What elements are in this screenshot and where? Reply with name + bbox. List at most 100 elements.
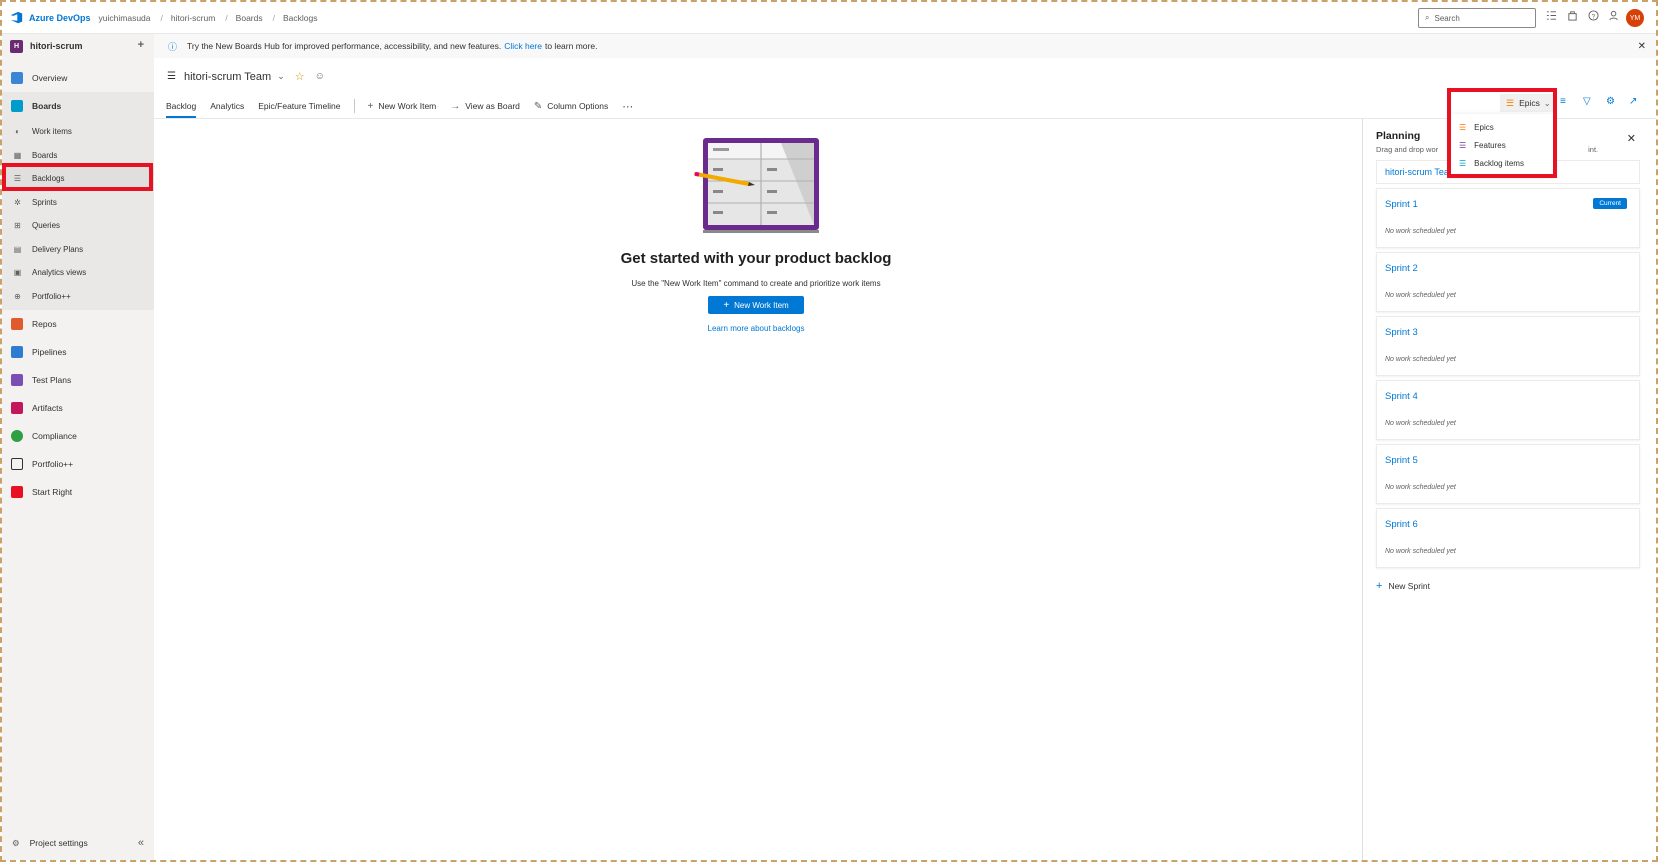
- start-right-icon: [11, 486, 23, 498]
- sprint-card[interactable]: Sprint 2 No work scheduled yet: [1376, 252, 1640, 312]
- column-options-button[interactable]: ✎ Column Options: [534, 101, 608, 112]
- dropdown-item-epics[interactable]: ☰ Epics: [1451, 118, 1553, 136]
- epic-icon: ☰: [1459, 122, 1467, 132]
- search-input[interactable]: ⌕ Search: [1418, 8, 1536, 28]
- sidebar-item-compliance[interactable]: Compliance: [2, 422, 154, 450]
- sidebar-item-label: Compliance: [32, 431, 77, 441]
- overview-icon: [11, 72, 23, 84]
- empty-state-title: Get started with your product backlog: [620, 250, 892, 267]
- breadcrumb-separator: /: [160, 12, 163, 23]
- view-as-board-button[interactable]: → View as Board: [450, 101, 520, 112]
- sidebar-item-queries[interactable]: ⊞ Queries: [2, 214, 154, 238]
- sidebar-item-portfolio[interactable]: Portfolio++: [2, 450, 154, 478]
- team-members-icon[interactable]: ☺: [315, 71, 325, 82]
- dropdown-item-features[interactable]: ☰ Features: [1451, 136, 1553, 154]
- task-list-icon[interactable]: [1546, 10, 1557, 21]
- new-work-item-button[interactable]: + New Work Item: [367, 101, 436, 112]
- sprint-card[interactable]: Sprint 3 No work scheduled yet: [1376, 316, 1640, 376]
- epic-icon: ☰: [1506, 97, 1515, 108]
- team-name[interactable]: hitori-scrum Team: [184, 71, 271, 83]
- project-badge: H: [10, 39, 23, 53]
- pipelines-icon: [11, 346, 23, 358]
- help-icon[interactable]: ?: [1588, 10, 1599, 21]
- sprint-card[interactable]: Sprint 1 Current No work scheduled yet: [1376, 188, 1640, 248]
- sidebar-item-backlogs[interactable]: ☰ Backlogs: [2, 167, 154, 191]
- sprint-name[interactable]: Sprint 6: [1385, 519, 1631, 530]
- sprint-name[interactable]: Sprint 4: [1385, 391, 1631, 402]
- breadcrumb-project[interactable]: hitori-scrum: [171, 13, 215, 23]
- dropdown-item-backlog-items[interactable]: ☰ Backlog items: [1451, 154, 1553, 172]
- sidebar-item-pipelines[interactable]: Pipelines: [2, 338, 154, 366]
- sidebar-item-label: Portfolio++: [32, 291, 71, 301]
- toolbar-label: Column Options: [547, 101, 609, 111]
- tab-analytics[interactable]: Analytics: [210, 94, 244, 118]
- dropdown-label: Backlog items: [1474, 158, 1524, 168]
- add-icon[interactable]: +: [138, 39, 144, 51]
- sidebar-item-sprints[interactable]: ✲ Sprints: [2, 191, 154, 215]
- backlog-level-selector[interactable]: ☰ Epics ⌄: [1500, 94, 1557, 112]
- gear-icon[interactable]: ⚙: [1606, 96, 1617, 107]
- new-work-item-primary-button[interactable]: + New Work Item: [708, 296, 804, 314]
- team-header: ☰ hitori-scrum Team ⌄ ☆ ☺: [167, 70, 325, 84]
- favorite-star-icon[interactable]: ☆: [295, 70, 305, 83]
- view-options-icon[interactable]: ≡: [1560, 96, 1571, 107]
- sidebar-item-work-items[interactable]: ◐ Work items: [2, 120, 154, 144]
- filter-icon[interactable]: ▽: [1583, 96, 1594, 107]
- sidebar-item-label: Overview: [32, 73, 68, 83]
- tab-label: Epic/Feature Timeline: [258, 101, 341, 111]
- banner-text-after: to learn more.: [544, 41, 598, 51]
- sprint-name[interactable]: Sprint 5: [1385, 455, 1631, 466]
- header-divider: [154, 118, 1656, 119]
- boards-group: Boards ◐ Work items ▦ Boards ☰ Backlogs …: [2, 92, 154, 310]
- project-name: hitori-scrum: [30, 41, 83, 51]
- sidebar-item-artifacts[interactable]: Artifacts: [2, 394, 154, 422]
- collapse-sidebar-icon[interactable]: «: [138, 837, 144, 849]
- tab-epic-feature-timeline[interactable]: Epic/Feature Timeline: [258, 94, 340, 118]
- breadcrumb-org[interactable]: yuichimasuda: [99, 13, 151, 23]
- sidebar-item-label: Pipelines: [32, 347, 67, 357]
- sidebar-item-label: Test Plans: [32, 375, 72, 385]
- avatar[interactable]: YM: [1626, 9, 1644, 27]
- sidebar-item-label: Work items: [32, 127, 72, 137]
- close-planning-icon[interactable]: ✕: [1627, 132, 1636, 145]
- brand-name: Azure DevOps: [29, 12, 91, 23]
- sprint-card[interactable]: Sprint 6 No work scheduled yet: [1376, 508, 1640, 568]
- user-settings-icon[interactable]: [1609, 10, 1620, 21]
- sprint-status: No work scheduled yet: [1385, 292, 1456, 299]
- sidebar-nav: Overview Boards ◐ Work items ▦ Boards ☰ …: [2, 64, 154, 506]
- sidebar-item-overview[interactable]: Overview: [2, 64, 154, 92]
- tab-backlog[interactable]: Backlog: [166, 94, 197, 118]
- sidebar-item-boards-hub[interactable]: Boards: [2, 92, 154, 120]
- sidebar-item-portfolio-sub[interactable]: ⊕ Portfolio++: [2, 285, 154, 309]
- breadcrumb-separator: /: [272, 12, 275, 23]
- sprint-name[interactable]: Sprint 2: [1385, 263, 1631, 274]
- sprint-name[interactable]: Sprint 3: [1385, 327, 1631, 338]
- shopping-bag-icon[interactable]: [1567, 10, 1578, 21]
- sidebar-item-test-plans[interactable]: Test Plans: [2, 366, 154, 394]
- chevron-down-icon[interactable]: ⌄: [277, 71, 285, 82]
- portfolio-icon: ⊕: [14, 291, 21, 301]
- selected-level: Epics: [1519, 98, 1540, 108]
- sidebar-item-delivery-plans[interactable]: ▤ Delivery Plans: [2, 238, 154, 262]
- more-options-icon[interactable]: ⋯: [622, 100, 633, 113]
- project-selector[interactable]: H hitori-scrum +: [2, 34, 154, 58]
- fullscreen-icon[interactable]: ↗: [1629, 96, 1640, 107]
- sidebar-item-boards[interactable]: ▦ Boards: [2, 144, 154, 168]
- learn-more-link[interactable]: Learn more about backlogs: [530, 324, 982, 333]
- brand[interactable]: Azure DevOps: [10, 11, 91, 24]
- sidebar-item-analytics-views[interactable]: ▣ Analytics views: [2, 261, 154, 285]
- sprint-card[interactable]: Sprint 4 No work scheduled yet: [1376, 380, 1640, 440]
- analytics-icon: ▣: [13, 268, 22, 278]
- new-sprint-button[interactable]: + New Sprint: [1376, 580, 1640, 592]
- sidebar-item-repos[interactable]: Repos: [2, 310, 154, 338]
- sprint-card[interactable]: Sprint 5 No work scheduled yet: [1376, 444, 1640, 504]
- breadcrumb-boards[interactable]: Boards: [236, 13, 263, 23]
- banner-link[interactable]: Click here: [504, 41, 542, 51]
- breadcrumb-backlogs[interactable]: Backlogs: [283, 13, 318, 23]
- toolbar-label: New Work Item: [378, 101, 437, 111]
- banner-text: Try the New Boards Hub for improved perf…: [187, 41, 502, 51]
- close-banner-icon[interactable]: ✕: [1638, 41, 1646, 52]
- project-settings[interactable]: ⚙ Project settings «: [2, 832, 154, 854]
- boards-hub-icon: [11, 100, 23, 112]
- sidebar-item-start-right[interactable]: Start Right: [2, 478, 154, 506]
